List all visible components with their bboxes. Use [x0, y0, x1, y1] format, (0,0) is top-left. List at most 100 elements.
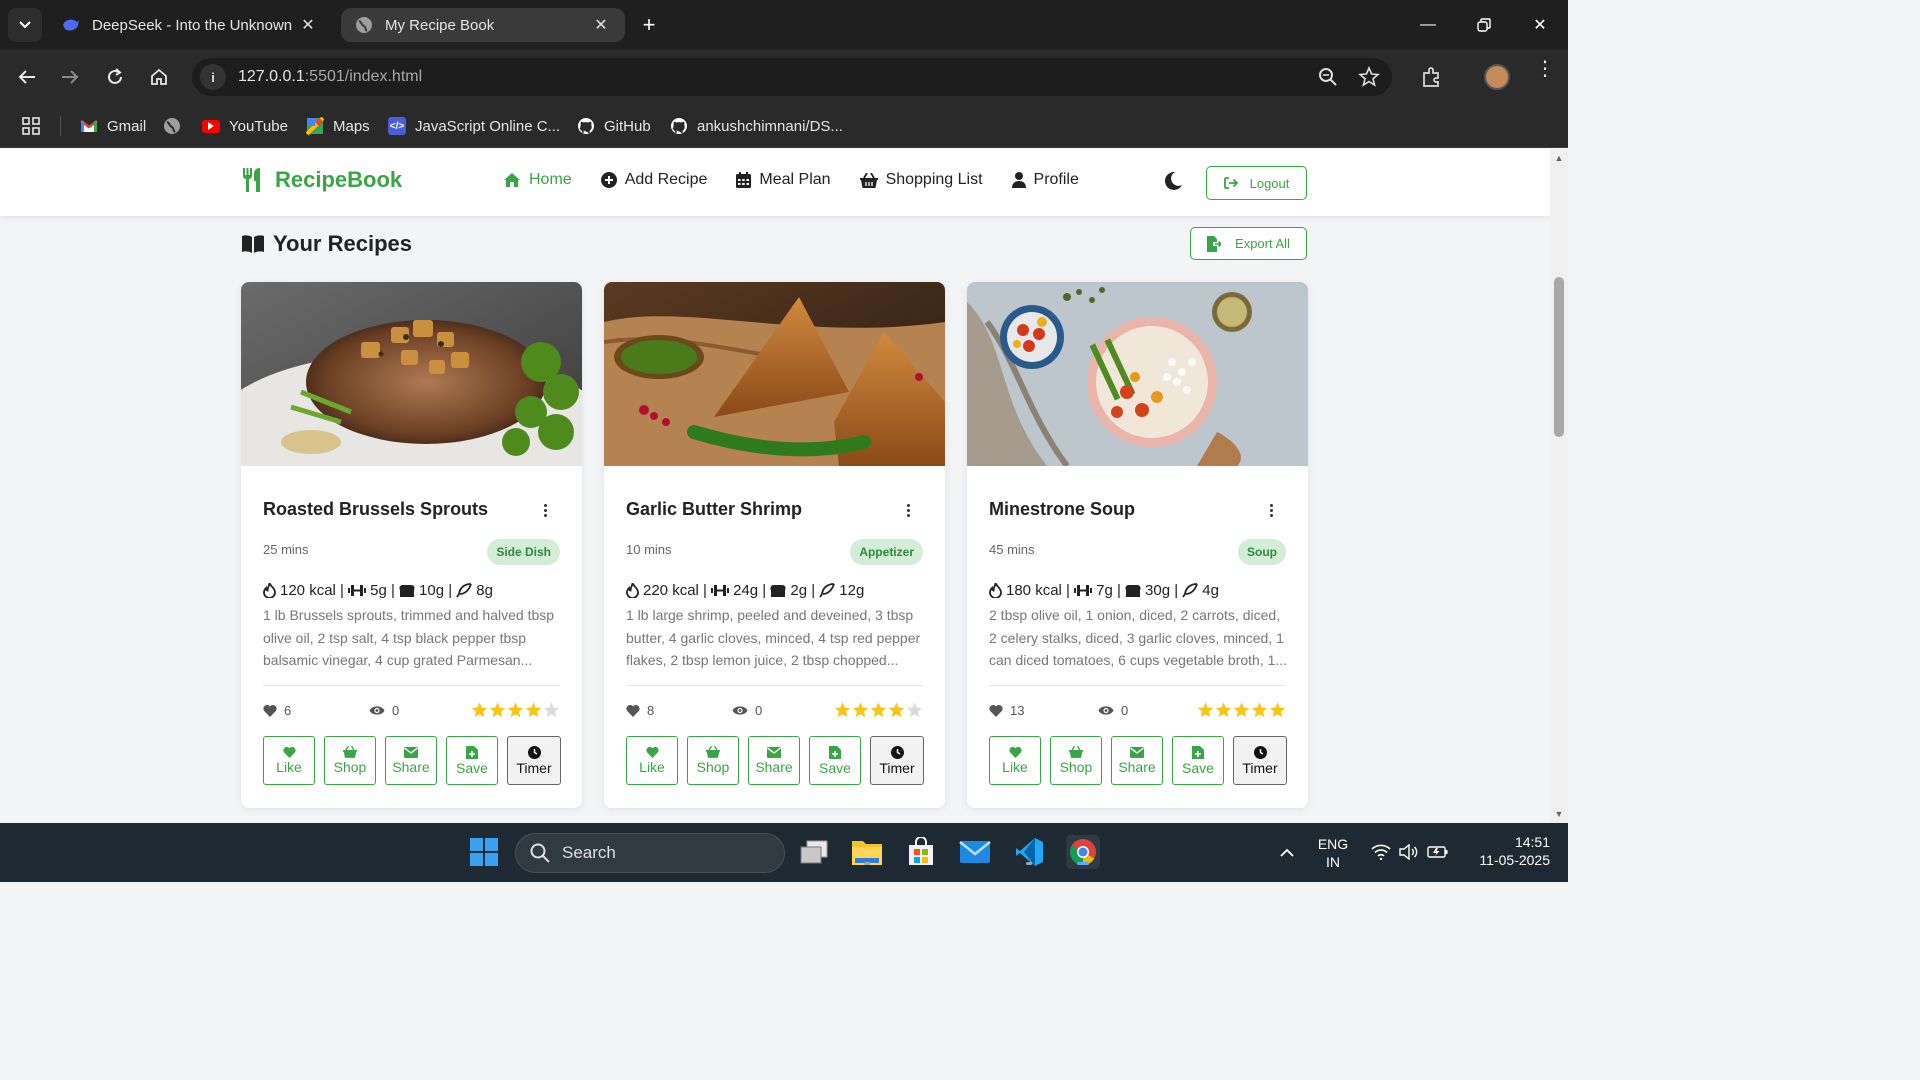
timer-button[interactable]: Timer [507, 736, 561, 785]
chevron-up-icon[interactable] [1270, 835, 1304, 869]
share-button[interactable]: Share [1111, 736, 1163, 785]
divider [263, 685, 560, 686]
star-icon[interactable] [834, 702, 851, 718]
more-options-icon[interactable] [1270, 504, 1274, 517]
rating-stars[interactable] [1197, 702, 1286, 718]
more-options-icon[interactable] [907, 504, 911, 517]
bookmark-youtube[interactable]: YouTube [202, 114, 288, 138]
apps-grid-icon[interactable] [22, 114, 40, 138]
brand-logo[interactable]: RecipeBook [241, 167, 402, 193]
star-icon[interactable] [1251, 702, 1268, 718]
star-icon[interactable] [543, 702, 560, 718]
nav-home[interactable]: Home [503, 171, 572, 189]
shop-button[interactable]: Shop [1050, 736, 1102, 785]
star-icon[interactable] [1215, 702, 1232, 718]
zoom-icon[interactable] [1318, 67, 1338, 92]
bookmark-globe[interactable] [163, 114, 190, 138]
file-explorer-icon[interactable] [850, 835, 884, 869]
forward-button[interactable] [55, 62, 85, 92]
bookmark-javascript[interactable]: </> JavaScript Online C... [388, 114, 560, 138]
more-options-icon[interactable] [544, 504, 548, 517]
star-icon[interactable] [870, 702, 887, 718]
star-icon[interactable] [525, 702, 542, 718]
bookmark-gmail[interactable]: Gmail [80, 114, 146, 138]
star-icon[interactable] [471, 702, 488, 718]
minimize-button[interactable]: — [1400, 0, 1456, 50]
battery-icon[interactable] [1421, 835, 1455, 869]
browser-menu-icon[interactable]: ⋮ [1535, 59, 1555, 79]
mail-icon[interactable] [958, 835, 992, 869]
site-info-icon[interactable]: i [200, 64, 226, 90]
shop-button[interactable]: Shop [687, 736, 739, 785]
restore-button[interactable] [1456, 0, 1512, 50]
recipe-time: 10 mins [626, 542, 672, 557]
close-window-button[interactable]: ✕ [1512, 0, 1568, 50]
vscode-icon[interactable] [1012, 835, 1046, 869]
nav-shopping-list[interactable]: Shopping List [859, 171, 983, 189]
scroll-down-arrow-icon[interactable]: ▼ [1553, 809, 1565, 819]
bookmark-github[interactable]: GitHub [577, 114, 651, 138]
close-icon[interactable]: ✕ [298, 15, 318, 35]
extensions-icon[interactable] [1421, 66, 1443, 93]
rating-stars[interactable] [834, 702, 923, 718]
address-bar[interactable]: i 127.0.0.1:5501/index.html [192, 58, 1392, 96]
save-button[interactable]: Save [446, 736, 498, 785]
profile-avatar[interactable] [1484, 64, 1510, 90]
recipe-card[interactable]: Minestrone Soup 45 mins Soup 180 kcal | … [967, 282, 1308, 808]
share-button[interactable]: Share [748, 736, 800, 785]
export-all-button[interactable]: Export All [1190, 227, 1307, 260]
rating-stars[interactable] [471, 702, 560, 718]
home-button[interactable] [144, 62, 174, 92]
heart-icon [263, 704, 277, 717]
star-icon[interactable] [1233, 702, 1250, 718]
logout-button[interactable]: Logout [1206, 166, 1307, 200]
shop-button[interactable]: Shop [324, 736, 376, 785]
tab-deepseek[interactable]: DeepSeek - Into the Unknown ✕ [48, 8, 332, 42]
star-icon[interactable] [888, 702, 905, 718]
nav-meal-plan[interactable]: Meal Plan [736, 171, 831, 189]
tab-search-button[interactable] [8, 8, 42, 42]
timer-button[interactable]: Timer [870, 736, 924, 785]
reload-button[interactable] [100, 62, 130, 92]
language-indicator[interactable]: ENG IN [1313, 835, 1353, 871]
theme-toggle-moon-icon[interactable] [1163, 171, 1185, 193]
windows-start-icon[interactable] [467, 835, 501, 869]
save-button[interactable]: Save [1172, 736, 1224, 785]
tab-recipe-book[interactable]: My Recipe Book ✕ [341, 8, 625, 42]
like-button[interactable]: Like [989, 736, 1041, 785]
chrome-icon[interactable] [1066, 835, 1100, 869]
nav-add-recipe[interactable]: Add Recipe [600, 171, 707, 189]
like-button[interactable]: Like [263, 736, 315, 785]
close-icon[interactable]: ✕ [591, 15, 611, 35]
save-button[interactable]: Save [809, 736, 861, 785]
bookmark-maps[interactable]: Maps [306, 114, 370, 138]
new-tab-button[interactable]: + [636, 13, 662, 39]
microsoft-store-icon[interactable] [904, 835, 938, 869]
bookmark-github-repo[interactable]: ankushchimnani/DS... [670, 114, 843, 138]
star-icon[interactable] [906, 702, 923, 718]
recipe-image [967, 282, 1308, 466]
star-icon[interactable] [1197, 702, 1214, 718]
task-view-icon[interactable] [797, 835, 831, 869]
share-button[interactable]: Share [385, 736, 437, 785]
clock-area[interactable]: 14:51 11-05-2025 [1462, 833, 1550, 869]
page-scrollbar[interactable]: ▲ ▼ [1550, 149, 1568, 823]
scrollbar-thumb[interactable] [1554, 277, 1564, 437]
nav-profile[interactable]: Profile [1011, 171, 1079, 189]
timer-button[interactable]: Timer [1233, 736, 1287, 785]
file-plus-icon [829, 745, 841, 759]
scroll-up-arrow-icon[interactable]: ▲ [1553, 153, 1565, 163]
recipe-card[interactable]: Roasted Brussels Sprouts 25 mins Side Di… [241, 282, 582, 808]
star-icon[interactable] [852, 702, 869, 718]
like-button[interactable]: Like [626, 736, 678, 785]
recipe-image [604, 282, 945, 466]
star-icon[interactable] [1269, 702, 1286, 718]
recipe-card[interactable]: Garlic Butter Shrimp 10 mins Appetizer 2… [604, 282, 945, 808]
star-icon[interactable] [507, 702, 524, 718]
recipe-time: 25 mins [263, 542, 309, 557]
back-button[interactable] [12, 62, 42, 92]
likes-count: 8 [626, 703, 654, 718]
bookmark-star-icon[interactable] [1358, 65, 1380, 93]
taskbar-search[interactable]: Search [515, 833, 785, 873]
star-icon[interactable] [489, 702, 506, 718]
